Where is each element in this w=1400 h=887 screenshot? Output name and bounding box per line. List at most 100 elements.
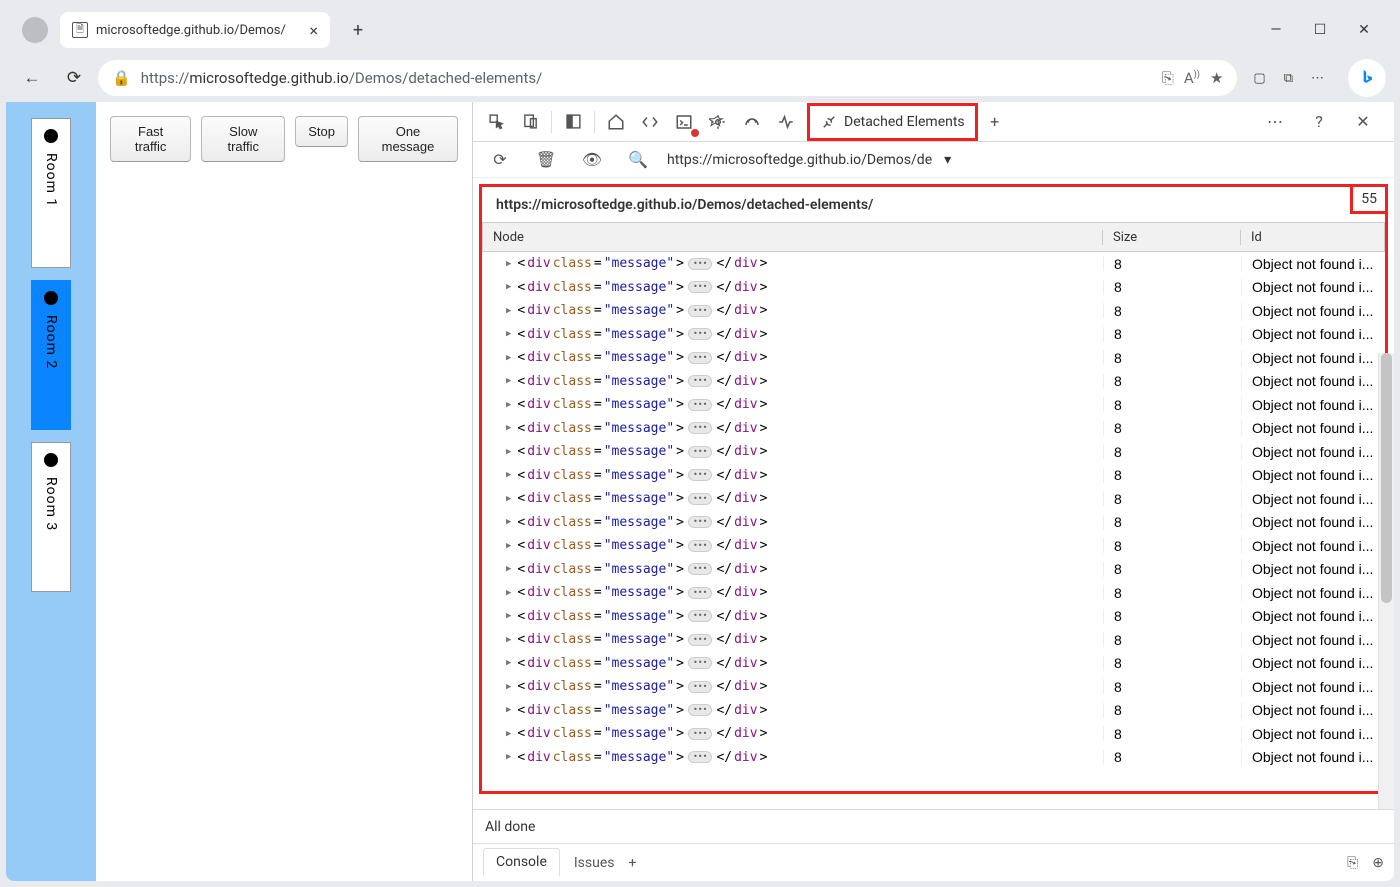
read-aloud-icon[interactable]: A)) [1184, 69, 1200, 87]
expand-triangle-icon[interactable]: ▶ [506, 541, 511, 551]
expand-triangle-icon[interactable]: ▶ [506, 658, 511, 668]
table-row[interactable]: ▶<div class="message">•••</div>8Object n… [482, 511, 1385, 535]
expand-triangle-icon[interactable]: ▶ [506, 400, 511, 410]
expand-triangle-icon[interactable]: ▶ [506, 588, 511, 598]
issues-drawer-tab[interactable]: Issues [574, 855, 615, 871]
table-row[interactable]: ▶<div class="message">•••</div>8Object n… [482, 558, 1385, 582]
drawer-expand-icon[interactable]: ⊕ [1372, 855, 1384, 871]
table-row[interactable]: ▶<div class="message">•••</div>8Object n… [482, 652, 1385, 676]
ellipsis-icon[interactable]: ••• [688, 493, 712, 505]
expand-triangle-icon[interactable]: ▶ [506, 517, 511, 527]
devtools-close-icon[interactable]: ✕ [1346, 105, 1380, 139]
ellipsis-icon[interactable]: ••• [688, 728, 712, 740]
favorite-star-icon[interactable]: ★ [1210, 69, 1223, 87]
ellipsis-icon[interactable]: ••• [688, 634, 712, 646]
fast-traffic-button[interactable]: Fast traffic [110, 116, 191, 162]
collections-icon[interactable]: ⧉ [1284, 71, 1293, 86]
room-tab-2[interactable]: Room 2 [31, 280, 71, 430]
devtools-help-icon[interactable]: ? [1302, 105, 1336, 139]
ellipsis-icon[interactable]: ••• [688, 446, 712, 458]
inspect-element-icon[interactable] [479, 105, 513, 139]
table-row[interactable]: ▶<div class="message">•••</div>8Object n… [482, 346, 1385, 370]
welcome-tab-icon[interactable] [599, 105, 633, 139]
trash-icon[interactable]: 🗑 [529, 143, 563, 177]
expand-triangle-icon[interactable]: ▶ [506, 470, 511, 480]
ellipsis-icon[interactable]: ••• [688, 352, 712, 364]
devtools-more-icon[interactable]: ⋯ [1258, 105, 1292, 139]
expand-triangle-icon[interactable]: ▶ [506, 423, 511, 433]
room-tab-1[interactable]: Room 1 [31, 118, 71, 268]
ellipsis-icon[interactable]: ••• [688, 516, 712, 528]
one-message-button[interactable]: One message [358, 116, 458, 162]
add-tab-button[interactable]: + [978, 105, 1012, 139]
expand-triangle-icon[interactable]: ▶ [506, 635, 511, 645]
ellipsis-icon[interactable]: ••• [688, 657, 712, 669]
table-row[interactable]: ▶<div class="message">•••</div>8Object n… [482, 417, 1385, 441]
scrollbar-track[interactable] [1378, 353, 1394, 809]
ellipsis-icon[interactable]: ••• [688, 563, 712, 575]
table-row[interactable]: ▶<div class="message">•••</div>8Object n… [482, 440, 1385, 464]
ellipsis-icon[interactable]: ••• [688, 422, 712, 434]
expand-triangle-icon[interactable]: ▶ [506, 705, 511, 715]
add-drawer-tab[interactable]: + [629, 855, 637, 871]
table-row[interactable]: ▶<div class="message">•••</div>8Object n… [482, 487, 1385, 511]
table-row[interactable]: ▶<div class="message">•••</div>8Object n… [482, 581, 1385, 605]
table-row[interactable]: ▶<div class="message">•••</div>8Object n… [482, 722, 1385, 746]
expand-triangle-icon[interactable]: ▶ [506, 447, 511, 457]
expand-triangle-icon[interactable]: ▶ [506, 259, 511, 269]
expand-triangle-icon[interactable]: ▶ [506, 353, 511, 363]
room-tab-3[interactable]: Room 3 [31, 442, 71, 592]
device-emulation-icon[interactable] [513, 105, 547, 139]
expand-triangle-icon[interactable]: ▶ [506, 752, 511, 762]
ellipsis-icon[interactable]: ••• [688, 751, 712, 763]
search-icon[interactable]: 🔍 [621, 143, 655, 177]
table-row[interactable]: ▶<div class="message">•••</div>8Object n… [482, 605, 1385, 629]
refresh-button[interactable]: ⟳ [56, 60, 92, 96]
bing-button[interactable] [1348, 59, 1386, 97]
col-size[interactable]: Size [1103, 230, 1241, 245]
url-field[interactable]: 🔒 https://microsoftedge.github.io/Demos/… [98, 60, 1237, 96]
console-drawer-tab[interactable]: Console [483, 848, 560, 877]
close-window-button[interactable]: ✕ [1354, 22, 1374, 38]
col-id[interactable]: Id [1241, 230, 1384, 245]
ellipsis-icon[interactable]: ••• [688, 610, 712, 622]
table-row[interactable]: ▶<div class="message">•••</div>8Object n… [482, 276, 1385, 300]
slow-traffic-button[interactable]: Slow traffic [201, 116, 285, 162]
scrollbar-thumb[interactable] [1381, 353, 1392, 603]
ellipsis-icon[interactable]: ••• [688, 328, 712, 340]
table-row[interactable]: ▶<div class="message">•••</div>8Object n… [482, 746, 1385, 770]
ellipsis-icon[interactable]: ••• [688, 681, 712, 693]
ellipsis-icon[interactable]: ••• [688, 587, 712, 599]
new-tab-button[interactable]: + [342, 14, 374, 46]
tab-close-icon[interactable]: × [309, 21, 318, 40]
table-row[interactable]: ▶<div class="message">•••</div>8Object n… [482, 393, 1385, 417]
table-row[interactable]: ▶<div class="message">•••</div>8Object n… [482, 464, 1385, 488]
profile-icon[interactable] [22, 17, 48, 43]
table-row[interactable]: ▶<div class="message">•••</div>8Object n… [482, 323, 1385, 347]
detached-elements-tab[interactable]: Detached Elements [807, 103, 978, 141]
table-row[interactable]: ▶<div class="message">•••</div>8Object n… [482, 675, 1385, 699]
ellipsis-icon[interactable]: ••• [688, 399, 712, 411]
expand-triangle-icon[interactable]: ▶ [506, 282, 511, 292]
expand-triangle-icon[interactable]: ▶ [506, 611, 511, 621]
dropdown-icon[interactable]: ▾ [944, 152, 951, 168]
ellipsis-icon[interactable]: ••• [688, 305, 712, 317]
maximize-button[interactable]: ☐ [1310, 22, 1330, 38]
ellipsis-icon[interactable]: ••• [688, 704, 712, 716]
ellipsis-icon[interactable]: ••• [688, 281, 712, 293]
ellipsis-icon[interactable]: ••• [688, 469, 712, 481]
table-row[interactable]: ▶<div class="message">•••</div>8Object n… [482, 252, 1385, 276]
table-row[interactable]: ▶<div class="message">•••</div>8Object n… [482, 628, 1385, 652]
sources-tab-icon[interactable] [701, 105, 735, 139]
console-tab-icon[interactable] [667, 105, 701, 139]
expand-triangle-icon[interactable]: ▶ [506, 376, 511, 386]
col-node[interactable]: Node [483, 230, 1103, 245]
table-row[interactable]: ▶<div class="message">•••</div>8Object n… [482, 534, 1385, 558]
expand-triangle-icon[interactable]: ▶ [506, 306, 511, 316]
ellipsis-icon[interactable]: ••• [688, 375, 712, 387]
ellipsis-icon[interactable]: ••• [688, 258, 712, 270]
app-icon[interactable]: ⎘ [1162, 69, 1174, 87]
toolbar-url[interactable]: https://microsoftedge.github.io/Demos/de [667, 152, 932, 168]
expand-triangle-icon[interactable]: ▶ [506, 494, 511, 504]
drawer-errors-icon[interactable]: ⎘ [1347, 855, 1358, 871]
